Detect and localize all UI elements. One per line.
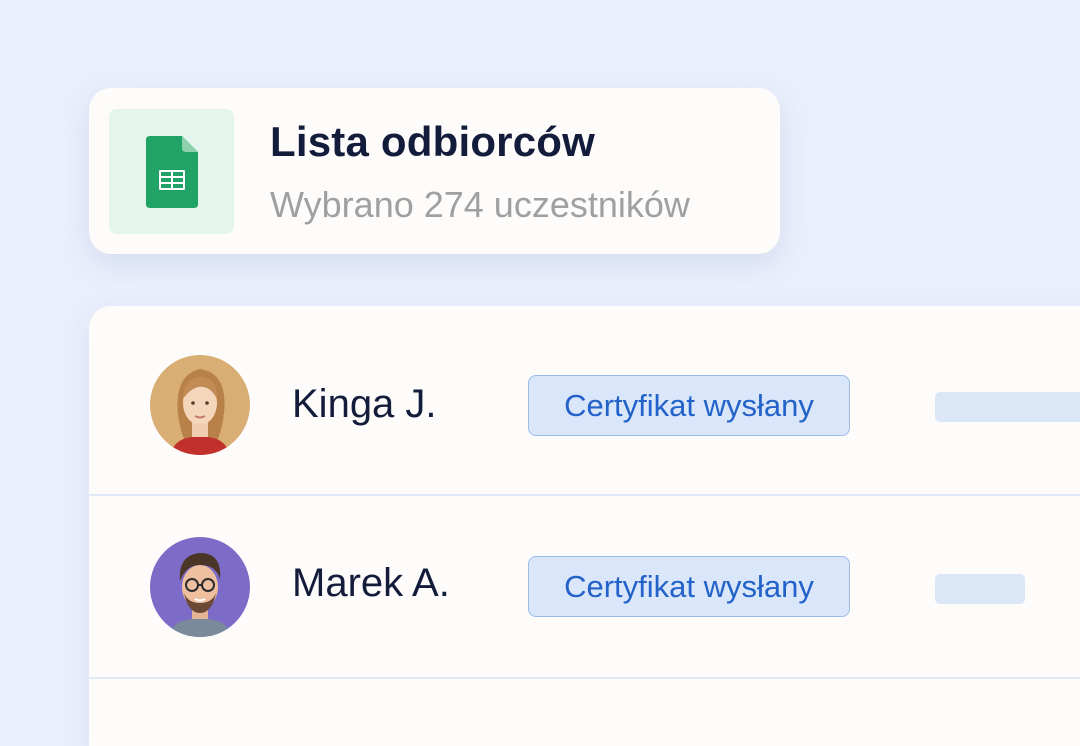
status-badge: Certyfikat wysłany bbox=[528, 375, 850, 436]
list-item[interactable]: Marek A. Certyfikat wysłany bbox=[89, 494, 1080, 680]
list-item[interactable]: Kinga J. Certyfikat wysłany bbox=[89, 306, 1080, 492]
sheets-icon-tile bbox=[109, 109, 234, 234]
row-divider bbox=[89, 677, 1080, 679]
placeholder-bar bbox=[935, 574, 1025, 604]
woman-avatar bbox=[150, 355, 250, 455]
list-title: Lista odbiorców bbox=[270, 118, 596, 165]
google-sheets-icon bbox=[145, 135, 198, 208]
selected-count: Wybrano 274 uczestników bbox=[270, 184, 690, 225]
recipients-list-card[interactable]: Lista odbiorców Wybrano 274 uczestników bbox=[89, 88, 780, 254]
recipients-table: Kinga J. Certyfikat wysłany Marek A. Cer… bbox=[89, 306, 1080, 746]
recipient-name: Marek A. bbox=[292, 561, 450, 605]
recipient-name: Kinga J. bbox=[292, 382, 437, 426]
man-avatar bbox=[150, 537, 250, 637]
status-badge: Certyfikat wysłany bbox=[528, 556, 850, 617]
placeholder-bar bbox=[935, 392, 1080, 422]
